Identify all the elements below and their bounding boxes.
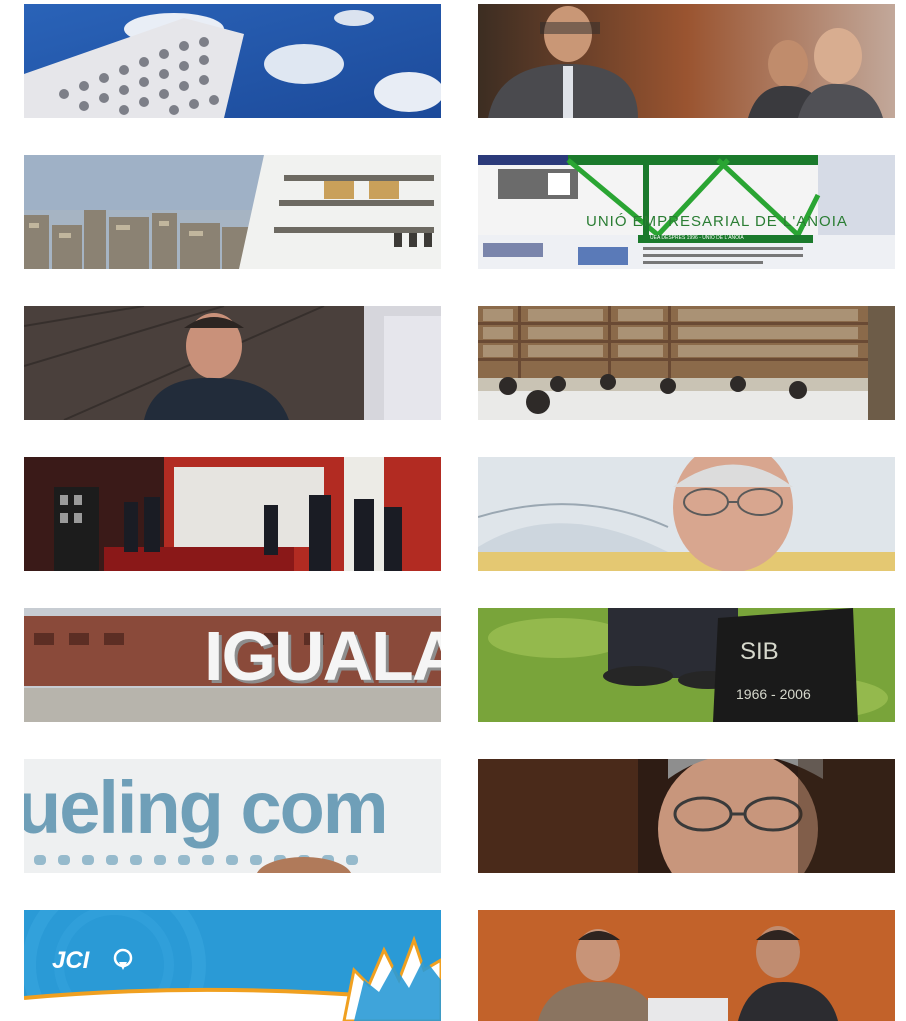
thumbnail-igualada-letters[interactable]: IGUALADA [24,608,441,722]
sign-letters-text: ueling com [24,766,389,849]
thumbnail-grid: UNIÓ EMPRESARIAL DE L'ANOIA UEA DESPRÉS … [0,0,906,1021]
thumbnail-man-face-closeup[interactable] [478,759,895,873]
thumbnail-man-portrait[interactable] [24,306,441,420]
plaque-grass-photo-icon [478,608,895,722]
trade-fair-photo-icon [24,457,441,571]
thumbnail-jci-banner[interactable]: JCI [24,910,441,1021]
thumbnail-two-men[interactable] [478,910,895,1021]
building-sky-photo-icon [24,4,441,118]
man-portrait-photo-icon [24,306,441,420]
library-photo-icon [478,306,895,420]
thumbnail-building-sky[interactable] [24,4,441,118]
thumbnail-trade-fair[interactable] [24,457,441,571]
thumbnail-sign-letters[interactable]: ueling com [24,759,441,873]
plaque-line2-text: 1966 - 2006 [736,686,811,702]
thumbnail-website[interactable]: UNIÓ EMPRESARIAL DE L'ANOIA UEA DESPRÉS … [478,155,895,269]
thumbnail-plaque-grass[interactable]: SIB 1966 - 2006 [478,608,895,722]
two-men-photo-icon [478,910,895,1021]
plaque-line1-text: SIB [740,638,779,665]
city-ship-photo-icon [24,155,441,269]
website-bar-text: UEA DESPRÉS 1996 - UNIÓ DE L'ANOIA [650,235,744,241]
man-glasses-photo-icon [478,457,895,571]
thumbnail-library[interactable] [478,306,895,420]
man-face-closeup-photo-icon [478,759,895,873]
thumbnail-city-ship[interactable] [24,155,441,269]
three-men-photo-icon [478,4,895,118]
thumbnail-man-glasses[interactable] [478,457,895,571]
thumbnail-three-men[interactable] [478,4,895,118]
website-screenshot-icon [478,155,895,269]
igualada-letters-text: IGUALADA [204,617,441,695]
jci-logo-text: JCI [52,947,90,974]
website-title-text: UNIÓ EMPRESARIAL DE L'ANOIA [586,213,848,230]
